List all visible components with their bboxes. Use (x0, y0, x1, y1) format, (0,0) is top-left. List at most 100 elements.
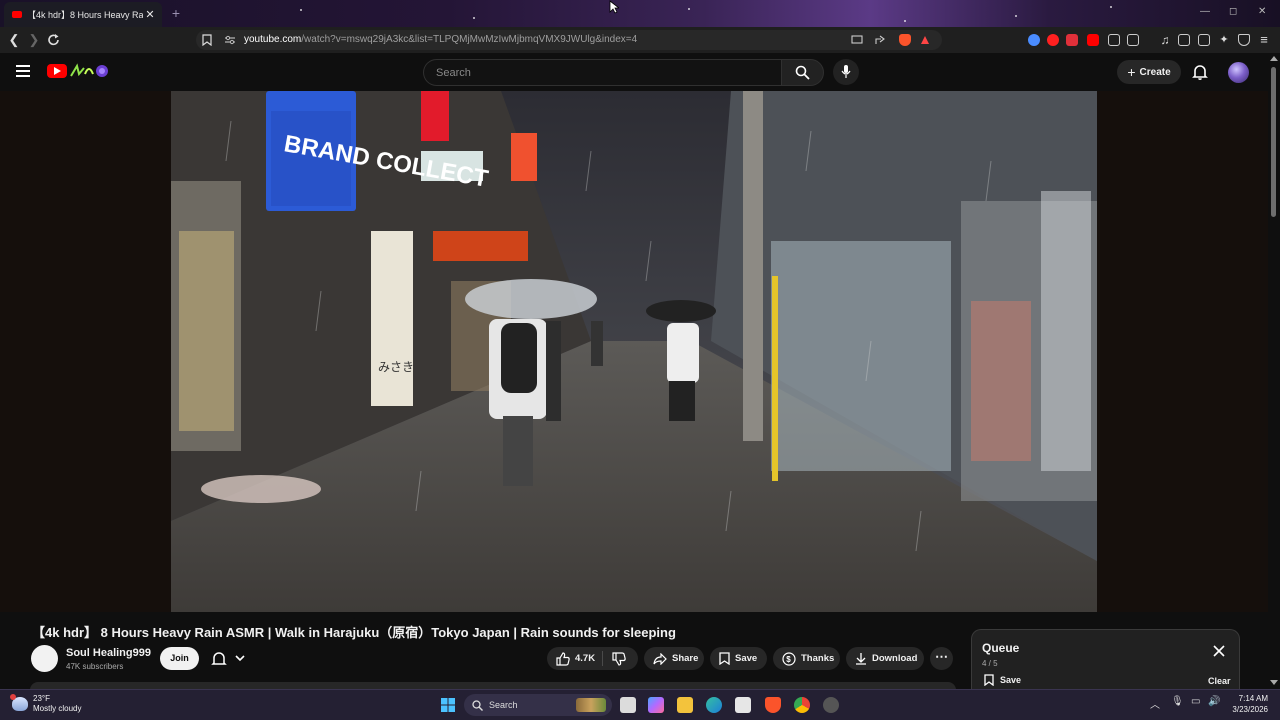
queue-title: Queue (982, 641, 1020, 655)
forward-icon[interactable]: ❯ (26, 32, 42, 48)
volume-icon[interactable]: 🔊 (1208, 696, 1220, 707)
bookmark-icon[interactable] (202, 34, 212, 46)
video-player[interactable]: BRAND COLLECT みさき (0, 91, 1268, 612)
super-thanks-icon: $ (782, 651, 796, 666)
brave-rewards-icon[interactable] (920, 35, 930, 45)
cast-icon[interactable] (851, 35, 863, 45)
extension-icon[interactable] (1028, 34, 1040, 46)
channel-avatar[interactable] (31, 645, 58, 672)
download-icon (856, 653, 866, 665)
weather-widget[interactable]: 23°F Mostly cloudy (10, 694, 82, 714)
microsoft-store-icon[interactable] (735, 697, 751, 713)
display-tray-icon[interactable]: ▭ (1191, 696, 1200, 707)
page-scrollbar[interactable] (1268, 53, 1280, 689)
save-label: Save (735, 653, 758, 664)
windows-taskbar: 23°F Mostly cloudy Search ︿ 🎙 ▭ 🔊 7:14 A… (0, 689, 1280, 720)
search-button[interactable] (781, 59, 824, 86)
share-button[interactable]: Share (644, 647, 704, 670)
channel-name[interactable]: Soul Healing999 (66, 647, 151, 659)
extension-icon[interactable] (1066, 34, 1078, 46)
back-icon[interactable]: ❮ (6, 32, 22, 48)
save-bookmark-icon (984, 674, 994, 686)
video-title: 【4k hdr】 8 Hours Heavy Rain ASMR | Walk … (32, 625, 676, 640)
media-controls-icon[interactable]: ♫ (1157, 32, 1173, 48)
menu-icon[interactable]: ≡ (1256, 32, 1272, 48)
github-desktop-icon[interactable] (823, 697, 839, 713)
queue-save-button[interactable]: Save (984, 674, 1021, 686)
download-button[interactable]: Download (846, 647, 924, 670)
windows-start-icon[interactable] (440, 697, 456, 713)
thumbs-up-icon (556, 651, 570, 666)
create-button[interactable]: + Create (1117, 60, 1181, 84)
voice-search-button[interactable] (833, 59, 859, 85)
taskbar-search-label: Search (489, 700, 518, 710)
sign-misaki: みさき (378, 360, 414, 374)
taskbar-search[interactable]: Search (464, 694, 612, 716)
url-text: youtube.com/watch?v=mswq29jA3kc&list=TLP… (244, 34, 637, 45)
youtube-doodle-icon[interactable] (69, 62, 109, 80)
cloudy-weather-icon (10, 694, 28, 711)
account-avatar[interactable] (1228, 62, 1249, 83)
youtube-logo-icon[interactable] (47, 64, 67, 78)
clock-date: 3/23/2026 (1232, 705, 1268, 714)
scrollbar-thumb[interactable] (1271, 67, 1276, 217)
wallpaper-star (300, 9, 302, 11)
address-bar[interactable]: youtube.com/watch?v=mswq29jA3kc&list=TLP… (196, 30, 942, 50)
close-icon[interactable] (1212, 644, 1226, 658)
notifications-bell-icon[interactable] (1191, 63, 1209, 81)
search-input[interactable] (434, 64, 768, 82)
file-explorer-icon[interactable] (677, 697, 693, 713)
site-settings-icon[interactable] (224, 35, 236, 45)
vpn-icon[interactable] (1238, 34, 1250, 46)
weather-condition: Mostly cloudy (33, 704, 82, 713)
tab-close-icon[interactable]: ✕ (143, 8, 157, 21)
extension-icon[interactable] (1108, 34, 1120, 46)
extension-icon[interactable] (1087, 34, 1099, 46)
subscriber-count: 47K subscribers (66, 662, 124, 671)
system-clock[interactable]: 7:14 AM 3/23/2026 (1222, 693, 1268, 715)
edge-icon[interactable] (706, 697, 722, 713)
create-label: Create (1139, 66, 1171, 78)
scroll-up-icon[interactable] (1270, 56, 1278, 61)
task-view-icon[interactable] (620, 697, 636, 713)
minimize-icon[interactable]: — (1200, 6, 1210, 17)
browser-tab-active[interactable]: 【4k hdr】8 Hours Heavy Rain ✕ (4, 2, 162, 27)
join-button[interactable]: Join (160, 647, 199, 670)
bell-chevron-icon (211, 652, 245, 665)
subscription-notification-button[interactable] (209, 649, 251, 669)
extension-icon[interactable] (1047, 34, 1059, 46)
maximize-icon[interactable]: ◻ (1229, 6, 1237, 17)
thanks-button[interactable]: $ Thanks (773, 647, 840, 670)
clock-time: 7:14 AM (1238, 694, 1268, 703)
sidebar-toggle-icon[interactable] (1178, 34, 1190, 46)
more-actions-button[interactable]: ⋯ (930, 647, 953, 670)
guide-menu-icon[interactable] (16, 65, 30, 77)
show-hidden-icons[interactable]: ︿ (1150, 696, 1160, 711)
extension-icon[interactable] (1127, 34, 1139, 46)
wallpaper-star (1110, 6, 1112, 8)
chrome-icon[interactable] (794, 697, 810, 713)
brave-taskbar-icon[interactable] (765, 697, 781, 713)
save-button[interactable]: Save (710, 647, 767, 670)
leo-ai-icon[interactable]: ✦ (1216, 32, 1232, 48)
window-close-icon[interactable]: ✕ (1258, 6, 1266, 17)
wallet-icon[interactable] (1198, 34, 1210, 46)
queue-clear-button[interactable]: Clear (1208, 676, 1231, 686)
reload-icon[interactable] (46, 32, 62, 48)
wallpaper-star (688, 8, 690, 10)
video-frame[interactable]: BRAND COLLECT みさき (171, 91, 1097, 612)
share-arrow-icon (653, 652, 667, 665)
new-tab-button[interactable]: + (168, 5, 184, 21)
scroll-down-icon[interactable] (1270, 680, 1278, 685)
dislike-button[interactable] (603, 647, 638, 670)
copilot-icon[interactable] (648, 697, 664, 713)
weather-temperature: 23°F (33, 694, 50, 703)
search-icon (795, 65, 810, 80)
brave-shields-icon[interactable] (899, 34, 911, 46)
microphone-tray-icon[interactable]: 🎙 (1171, 696, 1184, 707)
share-page-icon[interactable] (874, 34, 886, 46)
wallpaper-star (1015, 15, 1017, 17)
wallpaper-star (904, 20, 906, 22)
browser-tab-strip: 【4k hdr】8 Hours Heavy Rain ✕ + — ◻ ✕ (0, 0, 1280, 27)
like-button[interactable]: 4.7K (547, 647, 603, 670)
